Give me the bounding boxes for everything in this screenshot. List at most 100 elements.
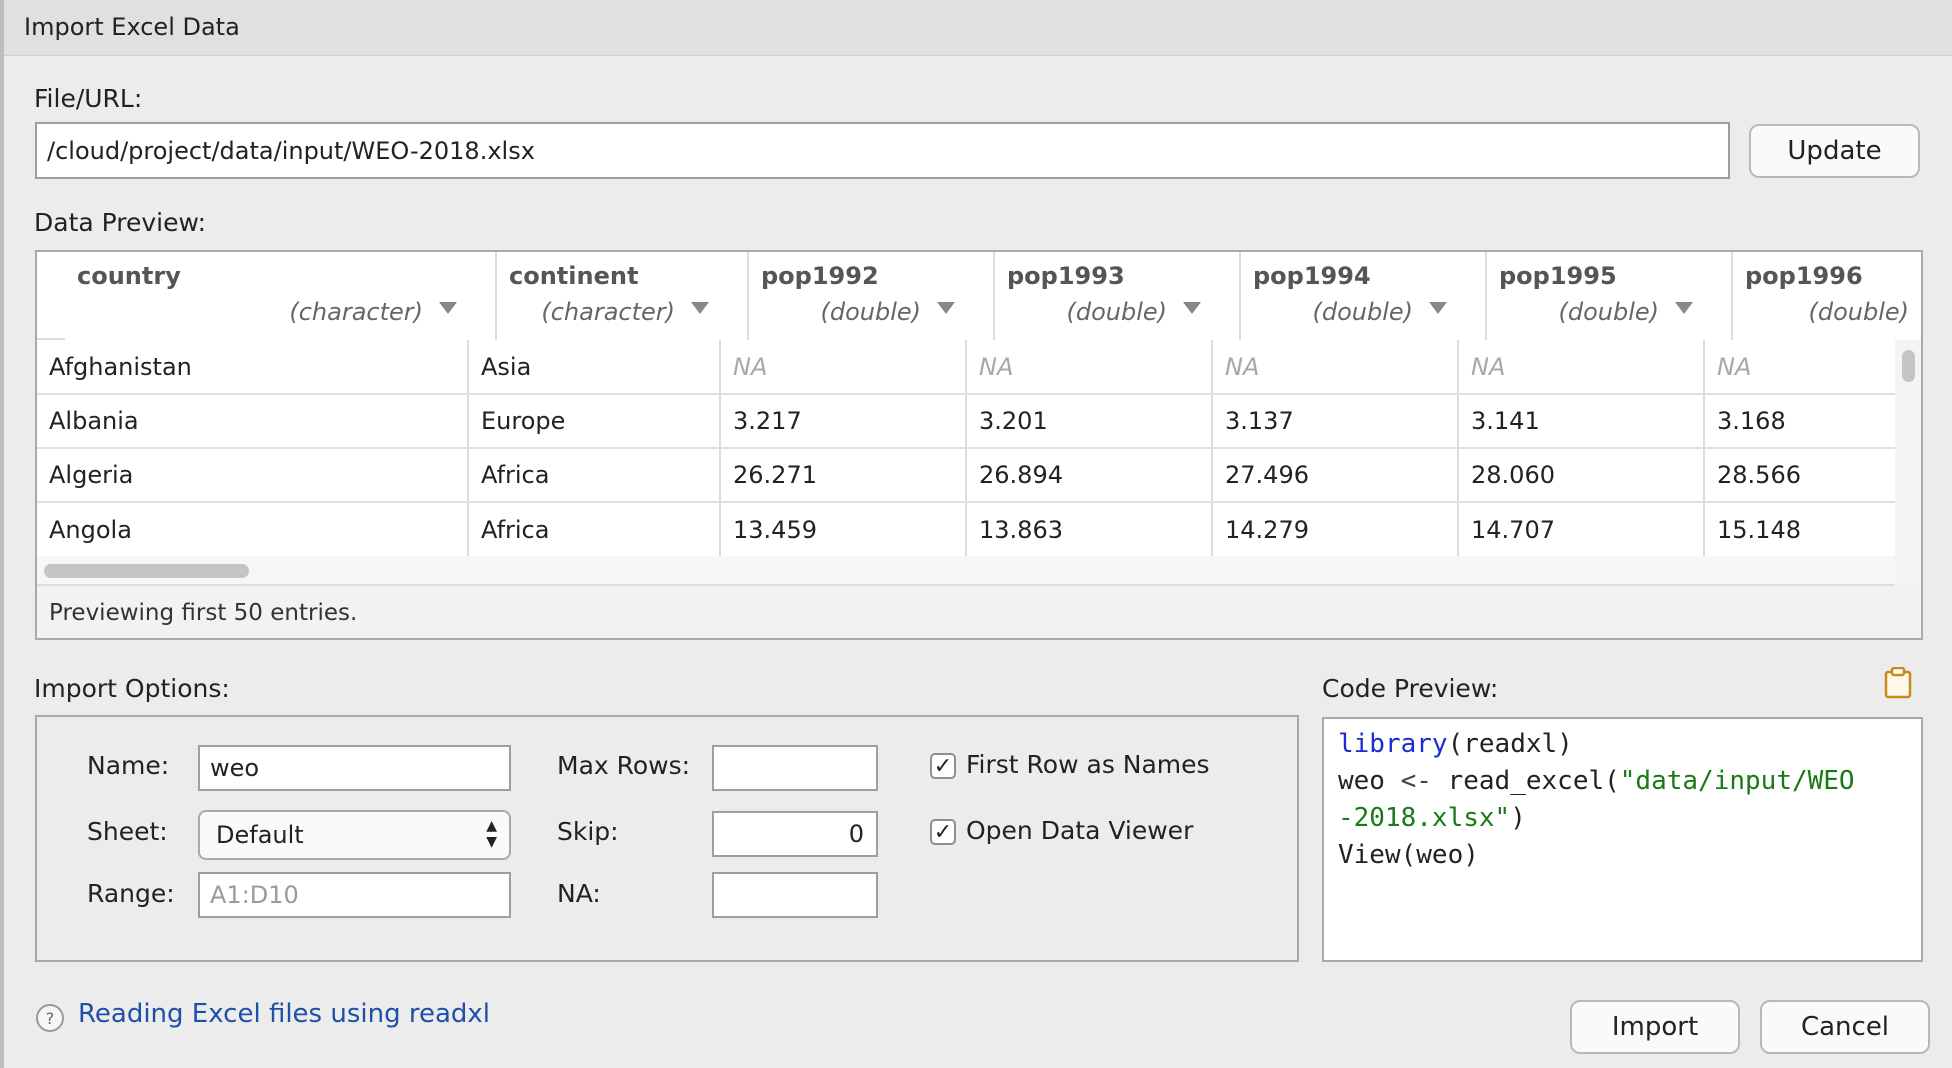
skip-input[interactable]: 0 xyxy=(712,811,878,857)
skip-label: Skip: xyxy=(557,817,619,846)
table-cell: NA xyxy=(721,340,967,393)
data-preview-label: Data Preview: xyxy=(34,208,207,237)
preview-header-row: country (character) continent (character… xyxy=(37,252,1921,340)
range-label: Range: xyxy=(87,879,175,908)
table-cell: 13.863 xyxy=(967,503,1213,556)
table-cell: 14.707 xyxy=(1459,503,1705,556)
name-input[interactable]: weo xyxy=(198,745,511,791)
import-button-label: Import xyxy=(1611,1012,1699,1042)
table-cell: Africa xyxy=(469,503,721,556)
help-icon[interactable]: ? xyxy=(36,1004,64,1032)
column-type-dropdown-icon[interactable] xyxy=(1183,302,1201,314)
code-line: View(weo) xyxy=(1338,840,1921,877)
column-name: continent xyxy=(509,262,639,290)
code-text: View(weo) xyxy=(1338,840,1479,870)
readxl-help-link[interactable]: Reading Excel files using readxl xyxy=(78,999,490,1029)
code-text: (readxl) xyxy=(1447,729,1573,759)
range-input[interactable]: A1:D10 xyxy=(198,872,511,918)
column-type-dropdown-icon[interactable] xyxy=(691,302,709,314)
max-rows-label: Max Rows: xyxy=(557,751,691,780)
table-cell: Angola xyxy=(37,503,469,556)
table-row: Albania Europe 3.217 3.201 3.137 3.141 3… xyxy=(37,395,1895,449)
table-cell: 3.201 xyxy=(967,395,1213,447)
preview-footer: Previewing first 50 entries. xyxy=(37,586,1921,638)
column-header-pop1992[interactable]: pop1992 (double) xyxy=(749,252,995,340)
code-line: weo <- read_excel("data/input/WEO xyxy=(1338,766,1921,803)
range-input-placeholder: A1:D10 xyxy=(210,881,299,909)
code-text: ) xyxy=(1510,803,1526,833)
column-name: pop1996 xyxy=(1745,262,1863,290)
cancel-button-label: Cancel xyxy=(1800,1012,1890,1042)
table-cell: NA xyxy=(1459,340,1705,393)
column-type: (double) xyxy=(1558,298,1659,326)
readxl-help-link-text: Reading Excel files using readxl xyxy=(78,999,491,1029)
first-row-as-names-label: First Row as Names xyxy=(966,750,1210,779)
table-cell: Europe xyxy=(469,395,721,447)
column-type-dropdown-icon[interactable] xyxy=(937,302,955,314)
column-type: (double) xyxy=(1066,298,1167,326)
file-url-input[interactable]: /cloud/project/data/input/WEO-2018.xlsx xyxy=(35,122,1730,179)
table-cell: 13.459 xyxy=(721,503,967,556)
select-arrows-icon: ▲ ▼ xyxy=(486,818,497,850)
column-type-dropdown-icon[interactable] xyxy=(1675,302,1693,314)
column-header-pop1995[interactable]: pop1995 (double) xyxy=(1487,252,1733,340)
table-row: Algeria Africa 26.271 26.894 27.496 28.0… xyxy=(37,449,1895,503)
dialog-titlebar: Import Excel Data xyxy=(4,0,1952,56)
horizontal-scrollbar-thumb[interactable] xyxy=(44,564,249,578)
code-preview-editor[interactable]: library(readxl) weo <- read_excel("data/… xyxy=(1322,717,1923,962)
sheet-label: Sheet: xyxy=(87,817,168,846)
import-button[interactable]: Import xyxy=(1570,1000,1740,1054)
vertical-scrollbar-thumb[interactable] xyxy=(1902,350,1915,382)
copy-to-clipboard-icon[interactable] xyxy=(1884,666,1912,699)
open-data-viewer-checkbox[interactable]: ✓ xyxy=(930,819,956,845)
sheet-select[interactable]: Default ▲ ▼ xyxy=(198,810,511,860)
name-input-value: weo xyxy=(210,754,260,782)
import-excel-dialog: Import Excel Data File/URL: /cloud/proje… xyxy=(0,0,1952,1068)
vertical-scrollbar[interactable] xyxy=(1895,340,1921,586)
table-cell: 3.217 xyxy=(721,395,967,447)
dialog-title: Import Excel Data xyxy=(24,13,240,41)
checkmark-icon: ✓ xyxy=(933,753,953,779)
na-label: NA: xyxy=(557,879,601,908)
code-operator: <- xyxy=(1400,766,1432,796)
column-name: pop1992 xyxy=(761,262,879,290)
column-header-pop1993[interactable]: pop1993 (double) xyxy=(995,252,1241,340)
import-options-label: Import Options: xyxy=(34,674,230,703)
code-line: library(readxl) xyxy=(1338,729,1921,766)
table-cell: Asia xyxy=(469,340,721,393)
data-preview-grid: country (character) continent (character… xyxy=(35,250,1923,640)
preview-footer-text: Previewing first 50 entries. xyxy=(49,600,358,626)
column-type-dropdown-icon[interactable] xyxy=(439,302,457,314)
table-cell: 15.148 xyxy=(1717,515,1801,544)
code-string: -2018.xlsx" xyxy=(1338,803,1511,833)
max-rows-input[interactable] xyxy=(712,745,878,791)
column-type-dropdown-icon[interactable] xyxy=(1429,302,1447,314)
column-name: pop1993 xyxy=(1007,262,1125,290)
column-name: pop1994 xyxy=(1253,262,1371,290)
column-header-pop1994[interactable]: pop1994 (double) xyxy=(1241,252,1487,340)
first-row-as-names-checkbox[interactable]: ✓ xyxy=(930,753,956,779)
cancel-button[interactable]: Cancel xyxy=(1760,1000,1930,1054)
column-type: (character) xyxy=(541,298,675,326)
table-cell: Albania xyxy=(37,395,469,447)
na-input[interactable] xyxy=(712,872,878,918)
file-url-value: /cloud/project/data/input/WEO-2018.xlsx xyxy=(47,136,535,165)
update-button[interactable]: Update xyxy=(1749,124,1920,178)
table-cell: 14.279 xyxy=(1213,503,1459,556)
table-row: Afghanistan Asia NA NA NA NA NA xyxy=(37,340,1895,395)
column-name: country xyxy=(77,262,181,290)
import-options-panel: Name: weo Sheet: Default ▲ ▼ Range: A1:D1… xyxy=(35,715,1299,962)
horizontal-scrollbar[interactable] xyxy=(37,556,1895,586)
column-type: (double) xyxy=(820,298,921,326)
column-header-pop1996[interactable]: pop1996 (double) xyxy=(1733,252,1921,340)
table-row: Angola Africa 13.459 13.863 14.279 14.70… xyxy=(37,503,1895,556)
column-type: (double) xyxy=(1808,298,1909,326)
code-line: -2018.xlsx") xyxy=(1338,803,1921,840)
column-header-country[interactable]: country (character) xyxy=(65,252,497,340)
skip-value: 0 xyxy=(848,820,864,848)
code-string: "data/input/WEO xyxy=(1619,766,1855,796)
name-label: Name: xyxy=(87,751,170,780)
column-header-continent[interactable]: continent (character) xyxy=(497,252,749,340)
column-name: pop1995 xyxy=(1499,262,1617,290)
table-cell: NA xyxy=(967,340,1213,393)
